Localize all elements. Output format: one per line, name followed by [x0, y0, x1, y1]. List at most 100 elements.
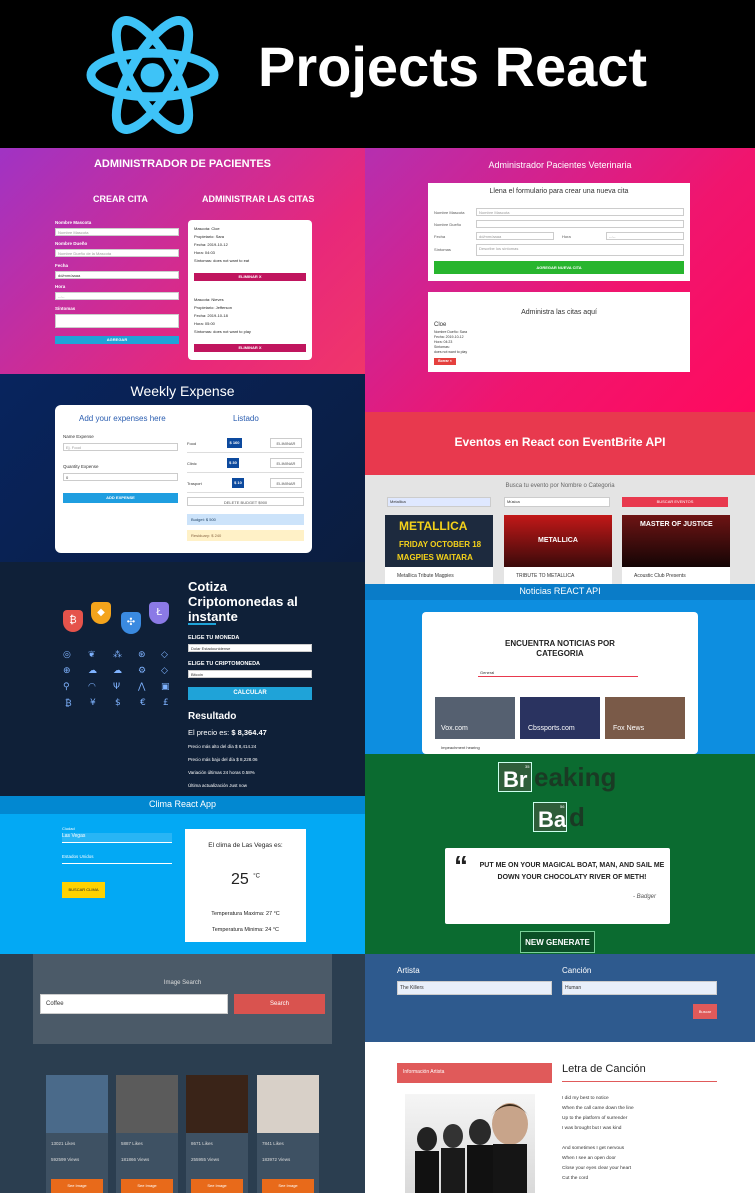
category-select[interactable]: Música	[504, 497, 610, 507]
tile-title: Image Search	[163, 980, 202, 986]
quote-card: “ PUT ME ON YOUR MAGICAL BOAT, MAN, AND …	[445, 848, 670, 924]
category-select[interactable]: General	[478, 669, 638, 677]
see-image-button[interactable]: See Image	[262, 1179, 314, 1193]
tile-letras: Artista The Killers Canción Human Buscar…	[365, 954, 755, 1193]
wallet-icon: ▣	[161, 682, 170, 692]
delete-cita-button[interactable]: ELIMINAR X	[194, 273, 306, 281]
crypto-badge: ✣	[121, 612, 141, 634]
input-fecha[interactable]: dd/mm/aaaa	[55, 271, 179, 279]
right-title: ADMINISTRAR LAS CITAS	[202, 194, 315, 204]
add-expense-button[interactable]: ADD EXPENSE	[63, 493, 178, 503]
image-card: 13021 Likes 592599 Views See Image	[46, 1075, 108, 1193]
tile-title: Clima React App	[148, 799, 217, 809]
search-weather-button[interactable]: BUSCAR CLIMA	[62, 882, 105, 898]
subtitle: Busca tu evento por Nombre o Categoria	[505, 483, 615, 489]
delete-budget-button[interactable]: DELETE BUDGET $900	[187, 497, 304, 506]
shield-icon: ◇	[161, 650, 168, 660]
left-title: Add your expenses here	[79, 414, 166, 423]
left-title: CREAR CITA	[93, 194, 148, 204]
song-input[interactable]: Human	[562, 981, 717, 995]
list-item: Clinic $ 30 ELIMINAR	[187, 455, 304, 473]
search-lyrics-button[interactable]: Buscar	[693, 1004, 717, 1019]
city-input[interactable]: Las Vegas	[62, 833, 172, 843]
likes-count: 13021 Likes	[51, 1141, 76, 1146]
temp-value: 25	[231, 871, 249, 888]
event-image-text: METALLICA	[538, 537, 578, 544]
news-caption: Impeachment hearing	[441, 745, 480, 750]
item-name: Food	[187, 441, 197, 446]
search-button[interactable]: Search	[234, 994, 325, 1014]
new-generate-button[interactable]: NEW GENERATE	[520, 931, 595, 953]
search-input[interactable]: Coffee	[40, 994, 228, 1014]
shield-icon: ◇	[161, 666, 168, 676]
label-mascota: Nombre Mascota	[55, 220, 92, 225]
list-title: Administra las citas aquí	[521, 309, 597, 316]
input-dueno[interactable]	[476, 220, 684, 228]
cloud-up-icon: ☁	[113, 666, 122, 676]
tile-title: Administrador Pacientes Veterinaria	[488, 160, 632, 170]
add-cita-button[interactable]: AGREGAR NUEVA CITA	[434, 261, 684, 274]
stat-line: Variación últimas 24 horas 0.58%	[188, 770, 255, 775]
delete-button[interactable]: Borrar ×	[434, 358, 456, 365]
label-dueno: Nombre Dueño	[55, 241, 88, 246]
logo-ba: Ba	[538, 807, 567, 832]
price-label: El precio es:	[188, 728, 230, 737]
news-item: Vox.com Impeachment hearing	[435, 697, 515, 754]
country-select[interactable]: Estados Unidos	[62, 854, 172, 864]
tile-eventos: Eventos en React con EventBrite API Busc…	[365, 412, 755, 584]
search-events-button[interactable]: BUSCAR EVENTOS	[622, 497, 728, 507]
delete-item-button[interactable]: ELIMINAR	[270, 438, 302, 448]
tile-veterinaria: Administrador Pacientes Veterinaria Llen…	[365, 148, 755, 412]
qty-input[interactable]: 0	[63, 473, 178, 481]
delete-item-button[interactable]: ELIMINAR	[270, 478, 302, 488]
stat-line: Precio más alto del día $ 8,414.24	[188, 744, 257, 749]
event-card: MASTER OF JUSTICE Acoustic Club Presents	[622, 515, 730, 584]
see-image-button[interactable]: See Image	[121, 1179, 173, 1193]
card-title: ENCUENTRA NOTICIAS POR CATEGORIA	[505, 639, 615, 658]
artist-input[interactable]: The Killers	[397, 981, 552, 995]
textarea-sintomas[interactable]	[55, 314, 179, 328]
moneda-select[interactable]: Dolar Estadounidense	[188, 644, 312, 652]
form-title: Llena el formulario para crear una nueva…	[489, 188, 629, 195]
pet-name: Cloe	[434, 322, 447, 328]
news-image: Fox News	[605, 697, 685, 739]
search-header: Artista The Killers Canción Human Buscar	[365, 954, 755, 1042]
logo-eaking: eaking	[534, 762, 617, 792]
expense-card: Add your expenses here Listado Name Expe…	[55, 405, 312, 553]
name-input[interactable]: Ej. Food	[63, 443, 178, 451]
logo-ba-box: 56 Ba	[533, 802, 567, 832]
see-image-button[interactable]: See Image	[51, 1179, 103, 1193]
see-image-button[interactable]: See Image	[191, 1179, 243, 1193]
citas-panel: Mascota: Cloe Propietario: Sara Fecha: 2…	[188, 220, 312, 360]
add-button[interactable]: AGREGAR	[55, 336, 179, 344]
input-hora[interactable]: --:--	[55, 292, 179, 300]
input-hora[interactable]: --:--	[606, 232, 684, 240]
delete-item-button[interactable]: ELIMINAR	[270, 458, 302, 468]
search-input[interactable]: Metallica	[387, 497, 491, 507]
item-amount: $ 10	[232, 478, 244, 488]
input-fecha[interactable]: dd/mm/aaaa	[476, 232, 554, 240]
views-count: 183972 Views	[262, 1157, 291, 1162]
news-source: Vox.com	[441, 725, 468, 732]
song-label: Canción	[562, 966, 592, 975]
calculate-button[interactable]: CALCULAR	[188, 687, 312, 700]
price-value: $ 8,364.47	[231, 728, 267, 737]
euro-icon: €	[140, 698, 146, 708]
pound-icon: £	[163, 698, 169, 708]
tile-weekly-expense: Weekly Expense Add your expenses here Li…	[0, 374, 365, 562]
delete-cita-button[interactable]: ELIMINAR X	[194, 344, 306, 352]
cita-line: Propietario: Sara	[194, 234, 225, 239]
logo-br: Br	[503, 767, 528, 792]
lyric-line: And sometimes I get nervous	[562, 1146, 625, 1151]
input-mascota[interactable]: Nombre Mascota	[476, 208, 684, 216]
likes-count: 5887 Likes	[121, 1141, 143, 1146]
input-dueno[interactable]: Nombre Dueño de la Mascota	[55, 249, 179, 257]
input-mascota[interactable]: Nombre Mascota	[55, 228, 179, 236]
name-label: Name Expense	[63, 434, 94, 439]
news-item: Fox News	[605, 697, 685, 754]
quote-author: - Badger	[632, 894, 656, 900]
cripto-select[interactable]: Bitcoin	[188, 670, 312, 678]
artist-label: Artista	[397, 966, 420, 975]
event-caption: TRIBUTE TO METALLICA	[516, 573, 575, 579]
textarea-sintomas[interactable]: Describe los síntomas	[476, 244, 684, 256]
